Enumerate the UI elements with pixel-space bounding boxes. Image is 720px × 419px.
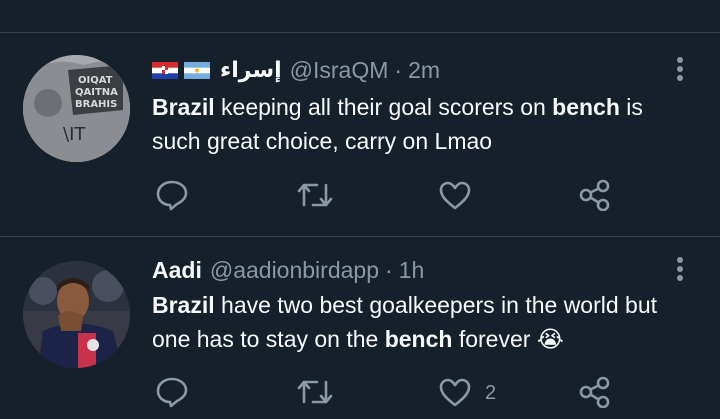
svg-text:\IT: \IT bbox=[63, 124, 86, 145]
tweet-header: إسراء @IsraQM · 2m bbox=[152, 55, 440, 85]
highlight-bench: bench bbox=[552, 94, 620, 120]
like-button[interactable] bbox=[439, 181, 485, 211]
more-options-icon[interactable] bbox=[668, 255, 692, 285]
tweet-text: Brazil have two best goalkeepers in the … bbox=[152, 288, 692, 356]
user-handle[interactable]: @IsraQM bbox=[290, 57, 389, 84]
like-count: 2 bbox=[485, 381, 497, 404]
previous-tweet-icons bbox=[0, 0, 720, 8]
retweet-icon bbox=[297, 183, 333, 207]
svg-text:BRAHIS: BRAHIS bbox=[75, 99, 117, 110]
previous-tweet-action-bar bbox=[0, 0, 720, 8]
croatia-flag-icon bbox=[152, 61, 178, 79]
highlight-bench: bench bbox=[384, 326, 453, 352]
retweet-button[interactable] bbox=[297, 377, 333, 407]
svg-text:OIQAT: OIQAT bbox=[78, 75, 113, 86]
share-button[interactable] bbox=[579, 376, 613, 408]
like-button[interactable]: 2 bbox=[439, 378, 496, 408]
share-icon bbox=[579, 376, 610, 408]
tweet[interactable]: Aadi @aadionbirdapp · 1h Brazil have two… bbox=[0, 237, 720, 419]
reply-icon bbox=[156, 377, 188, 408]
timestamp[interactable]: 1h bbox=[399, 257, 425, 284]
reply-icon bbox=[156, 180, 188, 211]
tweet-header: Aadi @aadionbirdapp · 1h bbox=[152, 255, 424, 285]
argentina-flag-icon bbox=[184, 61, 210, 79]
user-handle[interactable]: @aadionbirdapp bbox=[210, 257, 379, 284]
avatar[interactable] bbox=[23, 261, 130, 368]
text-segment: keeping all their goal scorers on bbox=[214, 94, 553, 120]
more-options-icon[interactable] bbox=[668, 55, 692, 85]
share-icon bbox=[579, 179, 610, 211]
heart-icon bbox=[439, 181, 471, 210]
timestamp[interactable]: 2m bbox=[408, 57, 440, 84]
text-segment: forever bbox=[452, 326, 537, 352]
retweet-icon bbox=[297, 380, 333, 404]
highlight-brazil: Brazil bbox=[152, 94, 215, 120]
retweet-button[interactable] bbox=[297, 180, 333, 210]
avatar[interactable]: OIQAT QAITNA BRAHIS \IT bbox=[23, 55, 130, 162]
crying-face-emoji: 😭 bbox=[536, 326, 564, 352]
separator-dot: · bbox=[385, 256, 393, 283]
heart-icon bbox=[439, 378, 471, 407]
reply-button[interactable] bbox=[155, 179, 189, 211]
tweet[interactable]: OIQAT QAITNA BRAHIS \IT إسراء @IsraQM · … bbox=[0, 33, 720, 235]
separator-dot: · bbox=[394, 56, 403, 83]
svg-text:QAITNA: QAITNA bbox=[75, 87, 118, 98]
display-name[interactable]: إسراء bbox=[220, 58, 282, 83]
display-name[interactable]: Aadi bbox=[152, 257, 202, 284]
share-button[interactable] bbox=[579, 179, 613, 211]
reply-button[interactable] bbox=[155, 376, 189, 408]
tweet-text: Brazil keeping all their goal scorers on… bbox=[152, 90, 692, 158]
highlight-brazil: Brazil bbox=[152, 292, 215, 318]
